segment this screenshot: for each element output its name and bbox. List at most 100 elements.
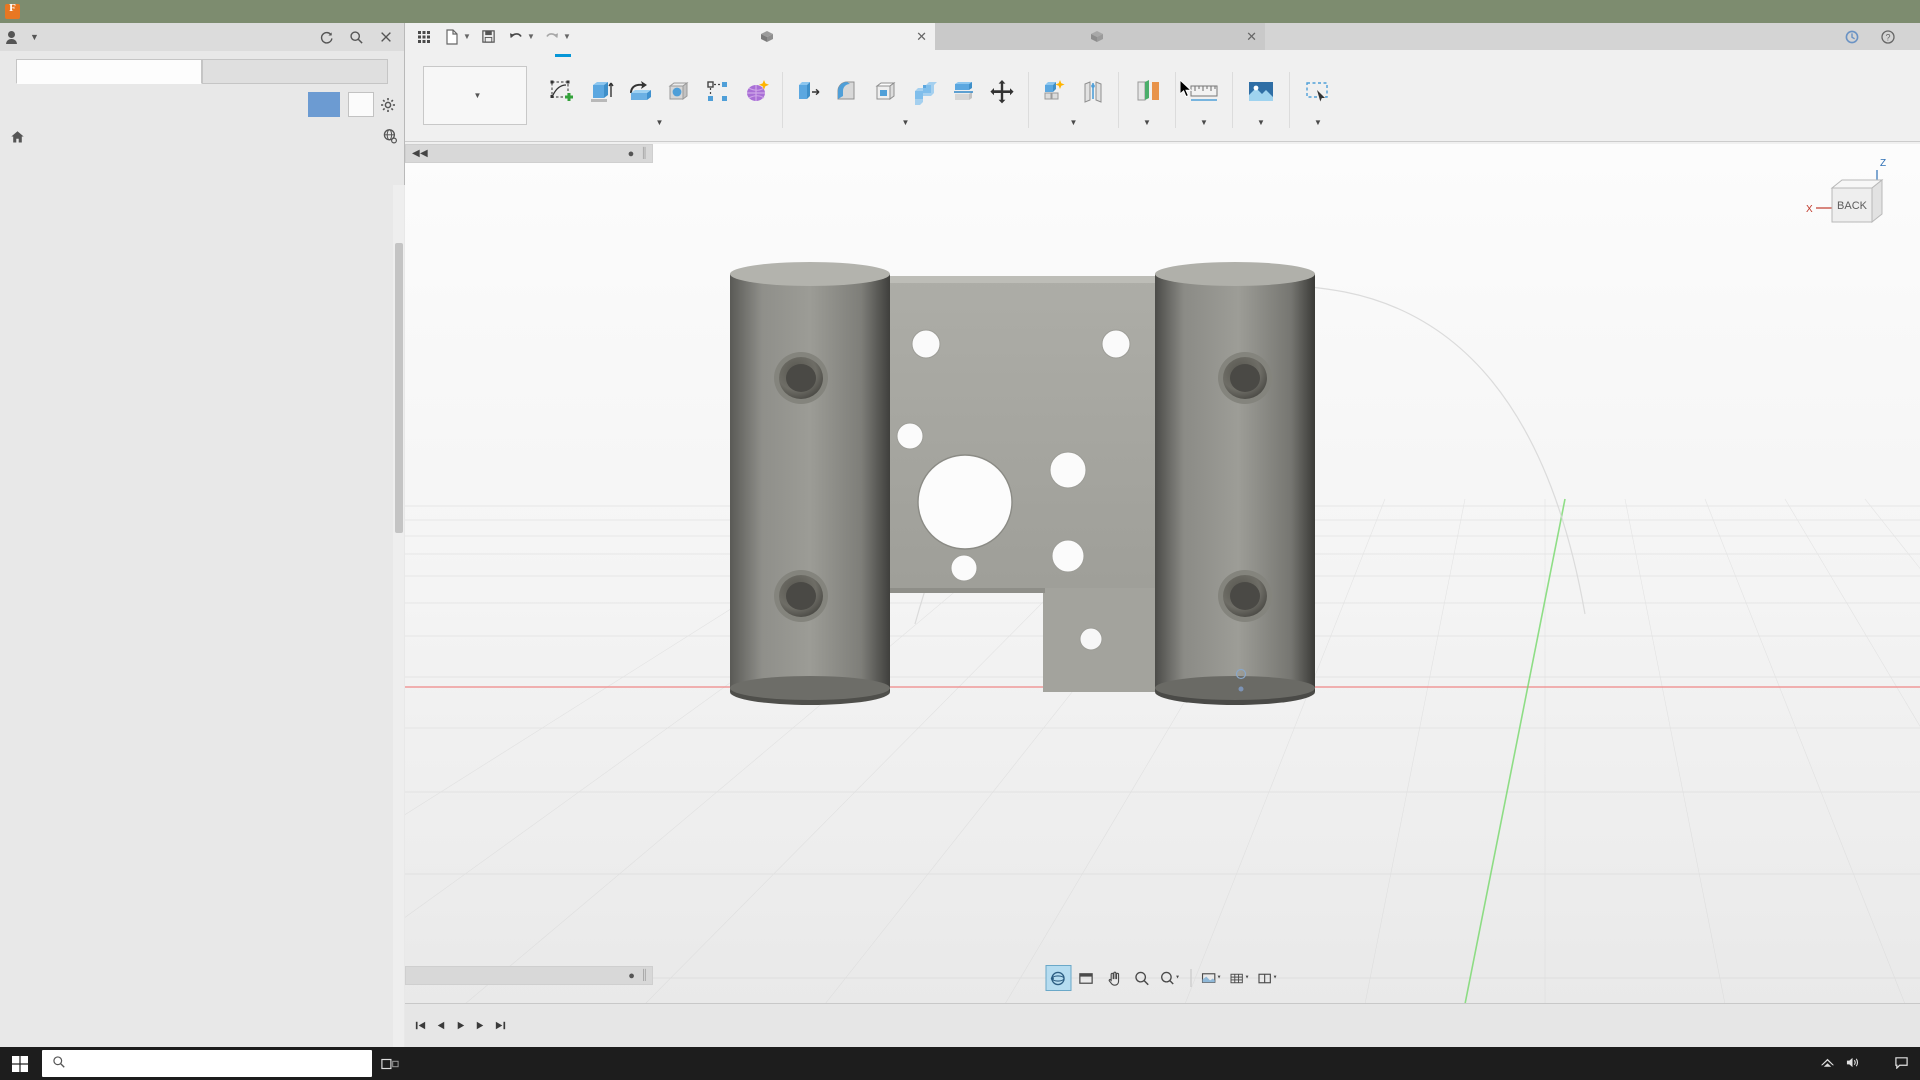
display-settings-icon[interactable] — [1198, 965, 1224, 991]
look-at-icon[interactable] — [1073, 965, 1099, 991]
ribbon-group-construct: ▼ — [1118, 72, 1175, 128]
close-button[interactable] — [1874, 0, 1920, 23]
ribbon-group-create: ▼ — [537, 72, 782, 128]
viewports-icon[interactable] — [1254, 965, 1280, 991]
browser-tree[interactable] — [405, 163, 653, 167]
gear-icon[interactable] — [374, 92, 402, 118]
chevron-down-icon[interactable]: ▼ — [563, 32, 573, 41]
search-icon[interactable] — [342, 24, 370, 50]
workspace-switcher[interactable]: ▼ — [423, 66, 527, 125]
tab-data[interactable] — [16, 59, 202, 84]
close-icon[interactable]: ✕ — [1246, 29, 1257, 45]
document-tab-active[interactable]: ✕ — [605, 23, 935, 50]
view-cube[interactable]: Z X BACK — [1780, 154, 1890, 244]
comments-settings-icon[interactable]: ● — [628, 970, 635, 982]
ribbon-group-label[interactable]: ▼ — [1257, 116, 1265, 128]
browser-resize-handle[interactable]: ║ — [641, 148, 648, 160]
tab-people[interactable] — [202, 59, 388, 84]
data-panel-user-row: ▼ — [0, 23, 404, 51]
grid-snap-icon[interactable] — [1226, 965, 1252, 991]
select-window-icon[interactable] — [1296, 72, 1340, 112]
shell-icon[interactable] — [867, 72, 905, 112]
windows-start-icon[interactable] — [0, 1047, 40, 1080]
search-input[interactable] — [74, 1056, 344, 1071]
new-folder-button[interactable] — [348, 92, 374, 117]
ribbon-group-label[interactable]: ▼ — [1143, 116, 1151, 128]
insert-mcmaster-icon[interactable] — [1239, 72, 1283, 112]
globe-icon[interactable] — [382, 128, 398, 147]
window-titlebar — [0, 0, 1920, 23]
extrude-icon[interactable] — [582, 72, 620, 112]
ribbon-group-label[interactable]: ▼ — [902, 116, 910, 128]
orbit-icon[interactable] — [1045, 965, 1071, 991]
fillet-icon[interactable] — [828, 72, 866, 112]
maximize-button[interactable] — [1828, 0, 1874, 23]
ribbon-tab-tools[interactable] — [653, 50, 689, 57]
form-icon[interactable] — [738, 72, 776, 112]
browser-settings-icon[interactable]: ● — [628, 148, 635, 160]
home-icon[interactable] — [10, 130, 25, 147]
refresh-icon[interactable] — [312, 24, 340, 50]
sweep-icon[interactable] — [660, 72, 698, 112]
combine-icon[interactable] — [906, 72, 944, 112]
offset-plane-icon[interactable] — [1125, 72, 1169, 112]
chevron-down-icon[interactable]: ▼ — [30, 32, 39, 42]
joint-icon[interactable] — [1074, 72, 1112, 112]
save-icon[interactable] — [475, 25, 501, 49]
ribbon-group-label[interactable]: ▼ — [656, 116, 664, 128]
prev-icon[interactable] — [431, 1013, 450, 1039]
chevron-down-icon[interactable]: ▼ — [527, 32, 537, 41]
system-tray — [1810, 1055, 1920, 1072]
viewport-scene — [405, 144, 1920, 1004]
chevron-down-icon[interactable]: ▼ — [463, 32, 473, 41]
redo-icon[interactable] — [539, 25, 565, 49]
press-pull-icon[interactable] — [789, 72, 827, 112]
first-icon[interactable] — [411, 1013, 430, 1039]
volume-icon[interactable] — [1845, 1056, 1860, 1072]
new-component-icon[interactable] — [1035, 72, 1073, 112]
last-icon[interactable] — [491, 1013, 510, 1039]
fusion-account-tools: ? — [1838, 24, 1920, 50]
notification-icon[interactable] — [1890, 1055, 1912, 1072]
task-view-icon[interactable] — [372, 1047, 408, 1080]
help-icon[interactable]: ? — [1874, 24, 1902, 50]
grid-apps-icon[interactable] — [411, 25, 437, 49]
comments-panel-header[interactable]: ● ║ — [405, 966, 653, 985]
undo-icon[interactable] — [503, 25, 529, 49]
play-icon[interactable] — [451, 1013, 470, 1039]
sketch-icon[interactable] — [543, 72, 581, 112]
zoom-icon[interactable] — [1129, 965, 1155, 991]
viewport-canvas[interactable]: Z X BACK — [405, 144, 1920, 1004]
taskbar-search-box[interactable] — [42, 1050, 372, 1077]
ribbon-tab-solid[interactable] — [545, 50, 581, 57]
revolve-icon[interactable] — [621, 72, 659, 112]
comments-resize-handle[interactable]: ║ — [641, 970, 648, 982]
upload-button[interactable] — [308, 92, 340, 117]
data-panel-item-list[interactable] — [0, 185, 405, 1047]
ribbon-group-label[interactable]: ▼ — [1070, 116, 1078, 128]
offset-face-icon[interactable] — [945, 72, 983, 112]
data-panel-scrollbar[interactable] — [393, 185, 404, 1047]
new-file-icon[interactable] — [439, 25, 465, 49]
document-tab-inactive[interactable]: ✕ — [935, 23, 1265, 50]
pan-icon[interactable] — [1101, 965, 1127, 991]
next-icon[interactable] — [471, 1013, 490, 1039]
ribbon-tab-sheet-metal[interactable] — [617, 50, 653, 57]
ribbon-group-label[interactable]: ▼ — [1200, 116, 1208, 128]
ribbon-tab-surface[interactable] — [581, 50, 617, 57]
timeline-track[interactable] — [520, 1012, 1832, 1040]
close-icon[interactable] — [372, 24, 400, 50]
measure-icon[interactable] — [1182, 72, 1226, 112]
collapse-left-icon[interactable]: ◀◀ — [412, 148, 428, 159]
minimize-button[interactable] — [1782, 0, 1828, 23]
network-icon[interactable] — [1820, 1056, 1835, 1072]
zoom-window-icon[interactable] — [1157, 965, 1183, 991]
pattern-icon[interactable] — [699, 72, 737, 112]
close-icon[interactable]: ✕ — [916, 29, 927, 45]
window-controls — [1782, 0, 1920, 23]
job-status-icon[interactable] — [1838, 24, 1866, 50]
scrollbar-thumb[interactable] — [395, 243, 403, 533]
ribbon-group-insert: ▼ — [1232, 72, 1289, 128]
ribbon-group-label[interactable]: ▼ — [1314, 116, 1322, 128]
move-copy-icon[interactable] — [984, 72, 1022, 112]
